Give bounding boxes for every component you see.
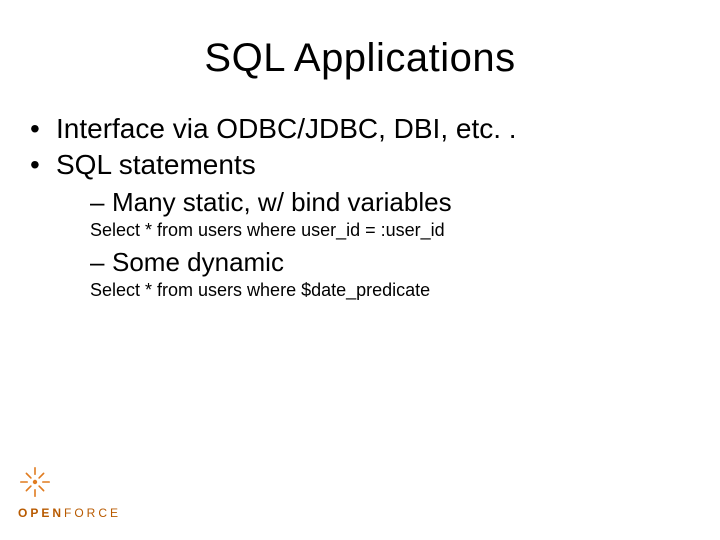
bullet-item: • SQL statements	[30, 149, 690, 181]
slide: SQL Applications • Interface via ODBC/JD…	[0, 0, 720, 540]
sub-bullet-item: – Some dynamic	[90, 247, 690, 278]
logo-wordmark: OPENFORCE	[18, 506, 121, 520]
logo-text-open: OPEN	[18, 506, 64, 520]
bullet-dot-icon: •	[30, 113, 56, 145]
dash-icon: –	[90, 247, 112, 278]
bullet-dot-icon: •	[30, 149, 56, 181]
sub-bullet-item: – Many static, w/ bind variables	[90, 187, 690, 218]
slide-title: SQL Applications	[0, 0, 720, 81]
starburst-icon	[18, 465, 52, 499]
dash-icon: –	[90, 187, 112, 218]
slide-content: • Interface via ODBC/JDBC, DBI, etc. . •…	[0, 81, 720, 301]
code-example: Select * from users where $date_predicat…	[90, 280, 690, 301]
footer-logo: OPENFORCE	[18, 465, 121, 520]
sub-bullet-text: Many static, w/ bind variables	[112, 187, 690, 218]
code-example: Select * from users where user_id = :use…	[90, 220, 690, 241]
bullet-text: Interface via ODBC/JDBC, DBI, etc. .	[56, 113, 690, 145]
logo-text-force: FORCE	[64, 506, 121, 520]
bullet-item: • Interface via ODBC/JDBC, DBI, etc. .	[30, 113, 690, 145]
bullet-text: SQL statements	[56, 149, 690, 181]
sub-bullet-text: Some dynamic	[112, 247, 690, 278]
